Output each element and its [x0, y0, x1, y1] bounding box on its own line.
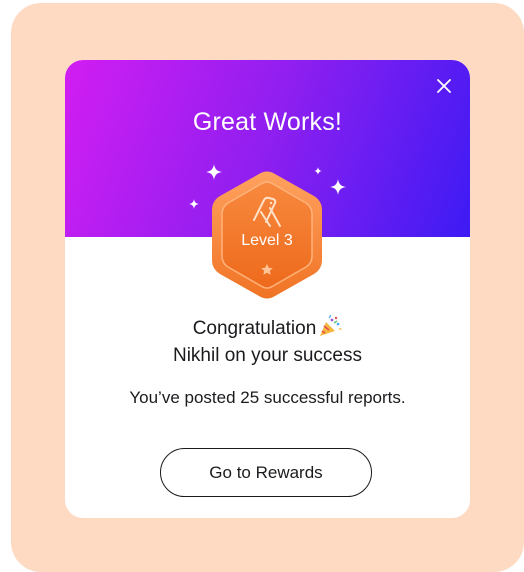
- modal-title: Great Works!: [192, 108, 343, 136]
- success-message: You’ve posted 25 successful reports.: [129, 388, 406, 407]
- level-badge: Level 3: [208, 170, 326, 300]
- party-popper-icon: [320, 315, 342, 336]
- close-button[interactable]: [432, 74, 456, 98]
- sparkle-icon: [330, 179, 346, 195]
- headline-line2: Nikhil on your success: [172, 345, 363, 366]
- level-label: Level 3: [241, 232, 293, 249]
- reward-modal: Great Works! Level 3 Congratulation Nikh…: [65, 60, 470, 518]
- close-icon: [437, 79, 451, 93]
- go-to-rewards-button[interactable]: Go to Rewards: [160, 448, 372, 497]
- sparkle-icon: [189, 199, 199, 209]
- headline-line1: Congratulation: [192, 318, 317, 339]
- congratulation-headline: Congratulation Nikhil on your success: [65, 315, 470, 369]
